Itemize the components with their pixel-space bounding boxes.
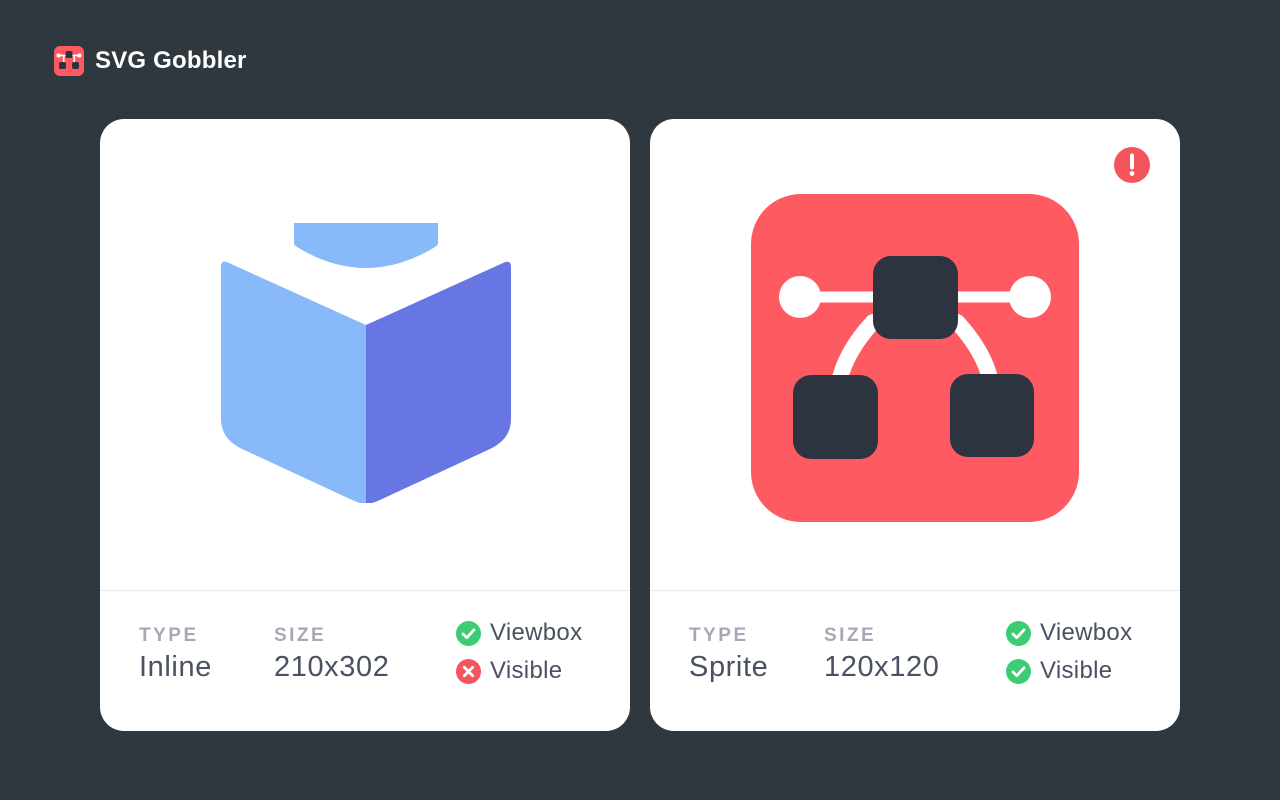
validation-checks: Viewbox Visible [1006,620,1132,696]
svg-card[interactable]: TYPE Inline SIZE 210x302 Viewbox Visible [100,119,630,731]
type-label: TYPE [139,625,199,646]
app-title: SVG Gobbler [95,47,247,74]
check-circle-icon [1006,620,1031,646]
type-field: TYPE Inline [139,624,212,684]
card-details: TYPE Sprite SIZE 120x120 Viewbox Visible [650,591,1180,731]
alert-circle-icon[interactable] [1114,147,1150,183]
card-details: TYPE Inline SIZE 210x302 Viewbox Visible [100,591,630,731]
svg-card[interactable]: TYPE Sprite SIZE 120x120 Viewbox Visible [650,119,1180,731]
svg-preview [100,119,630,591]
viewbox-check: Viewbox [456,620,582,646]
size-label: SIZE [274,625,327,646]
check-circle-icon [1006,658,1031,684]
open-book-icon [221,223,511,503]
type-label: TYPE [689,625,749,646]
viewbox-check: Viewbox [1006,620,1132,646]
app-header: SVG Gobbler [54,45,247,77]
type-field: TYPE Sprite [689,624,768,684]
x-circle-icon [456,658,481,684]
viewbox-check-label: Viewbox [490,619,583,646]
check-circle-icon [456,620,481,646]
visible-check: Visible [456,658,582,684]
size-value: 210x302 [274,651,390,683]
viewbox-check-label: Viewbox [1040,619,1133,646]
size-value: 120x120 [824,651,940,683]
size-label: SIZE [824,625,877,646]
size-field: SIZE 120x120 [824,624,939,684]
type-value: Inline [139,651,212,683]
visible-check: Visible [1006,658,1132,684]
visible-check-label: Visible [490,657,563,684]
size-field: SIZE 210x302 [274,624,389,684]
vector-pen-nodes-icon [751,194,1079,522]
svg-preview [650,119,1180,591]
svg-gobbler-logo-icon [54,46,84,76]
visible-check-label: Visible [1040,657,1113,684]
validation-checks: Viewbox Visible [456,620,582,696]
type-value: Sprite [689,651,769,683]
